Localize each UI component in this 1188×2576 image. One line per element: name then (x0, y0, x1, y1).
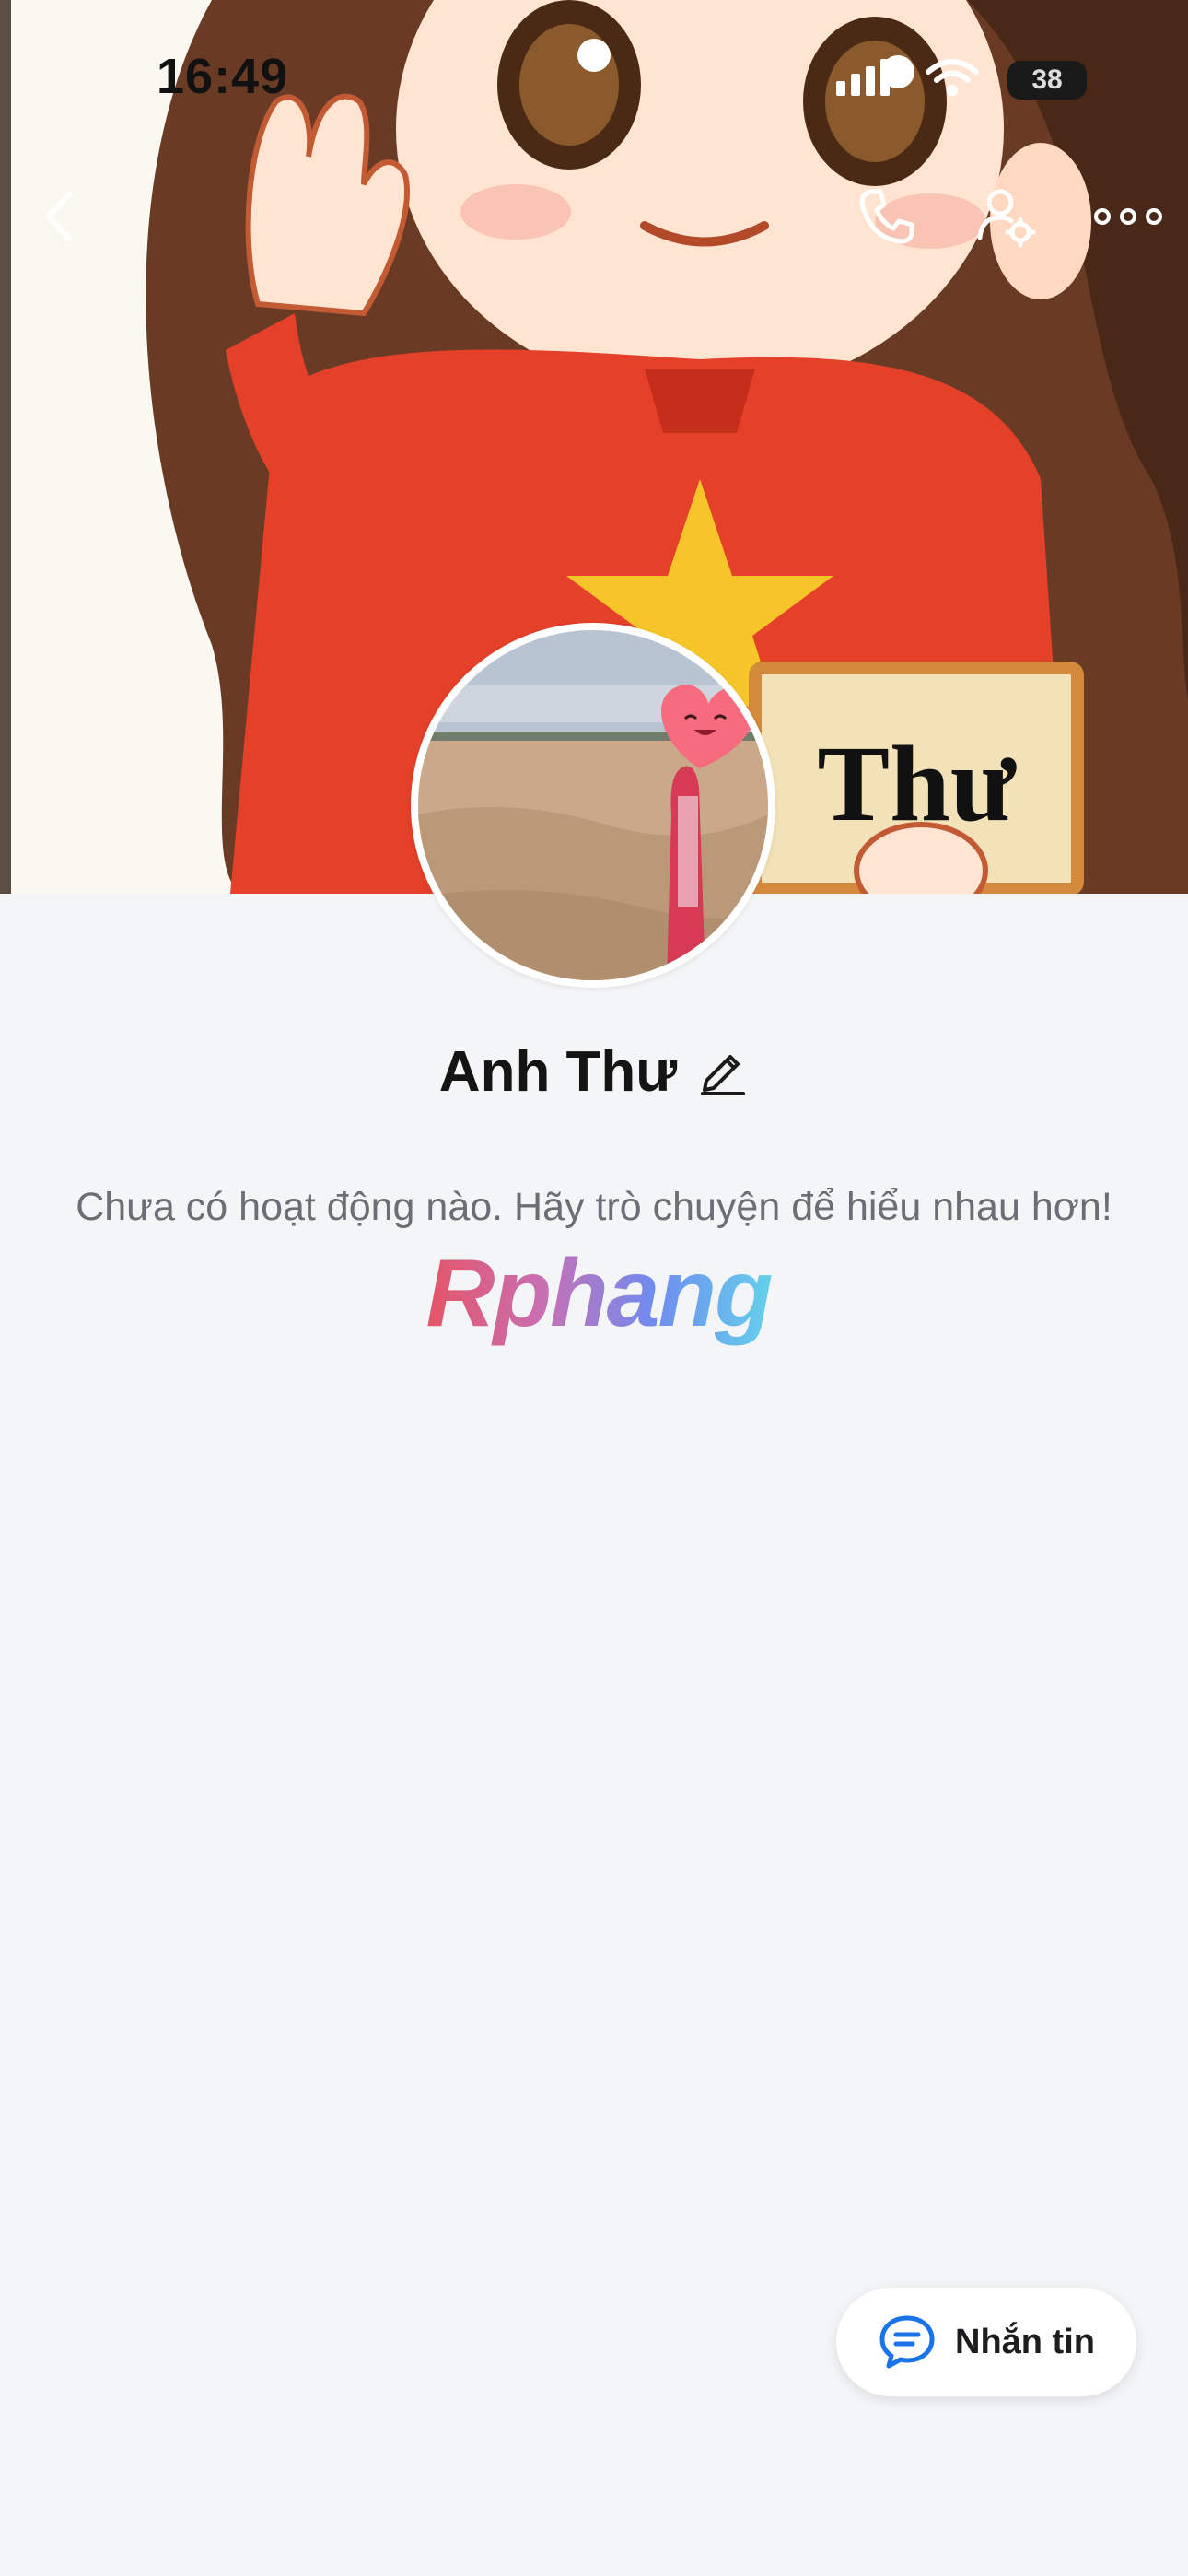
avatar[interactable] (411, 623, 775, 988)
message-button[interactable]: Nhắn tin (836, 2288, 1136, 2396)
top-navigation (0, 175, 1188, 267)
watermark-logo: Rphang (414, 1239, 783, 1349)
profile-name-row: Anh Thư (0, 1039, 1188, 1105)
call-button[interactable] (845, 175, 928, 258)
back-icon (46, 192, 72, 241)
more-button[interactable] (1087, 175, 1170, 258)
chat-bubble-icon (879, 2315, 935, 2369)
edit-name-button[interactable] (697, 1044, 749, 1100)
message-button-label: Nhắn tin (955, 2322, 1095, 2361)
phone-icon (859, 189, 914, 244)
status-icons: 38 (833, 57, 1087, 102)
more-icon (1094, 208, 1162, 225)
avatar-photo (418, 630, 768, 980)
back-button[interactable] (17, 175, 99, 258)
pencil-icon (701, 1055, 746, 1095)
signal-icon (833, 57, 897, 102)
profile-name: Anh Thư (438, 1040, 678, 1104)
empty-activity-message: Chưa có hoạt động nào. Hãy trò chuyện để… (76, 1185, 1112, 1229)
profile-settings-button[interactable] (965, 175, 1048, 258)
battery-icon: 38 (1007, 60, 1087, 100)
user-settings-icon (977, 189, 1036, 248)
status-bar: 16:49 38 (0, 0, 1188, 157)
status-time: 16:49 (157, 49, 289, 104)
battery-level: 38 (1031, 64, 1063, 95)
wifi-icon (925, 57, 980, 102)
